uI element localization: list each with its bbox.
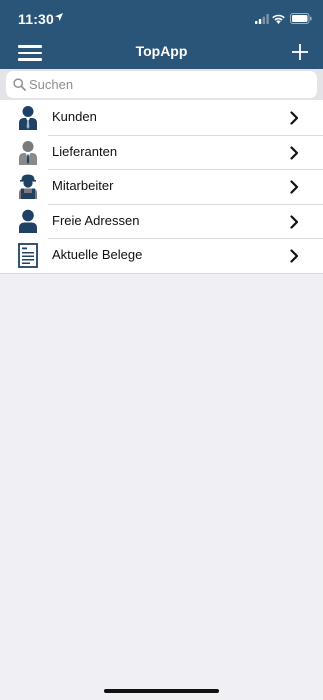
list-item-kunden[interactable]: Kunden <box>0 100 323 135</box>
status-bar: 11:30 <box>0 0 323 36</box>
chevron-right-icon <box>290 214 299 229</box>
wifi-icon <box>272 14 285 24</box>
list-item-aktuelle-belege[interactable]: Aktuelle Belege <box>0 238 323 273</box>
list-item-label: Mitarbeiter <box>52 178 114 193</box>
navigation-bar: TopApp <box>0 36 323 69</box>
list-item-lieferanten[interactable]: Lieferanten <box>0 134 323 170</box>
home-indicator[interactable] <box>104 689 219 693</box>
document-icon <box>18 243 38 268</box>
chevron-right-icon <box>290 249 299 263</box>
status-time: 11:30 <box>18 11 55 27</box>
menu-list: Kunden Lieferanten Mitarbeiter Freie Adr… <box>0 100 323 274</box>
search-input[interactable] <box>29 71 309 98</box>
cellular-signal-icon <box>255 14 269 24</box>
app-header: 11:30 TopApp <box>0 0 323 69</box>
worker-person-icon <box>19 174 37 199</box>
chevron-right-icon <box>290 145 299 160</box>
location-arrow-icon <box>55 13 63 21</box>
battery-icon <box>290 13 312 24</box>
list-item-freie-adressen[interactable]: Freie Adressen <box>0 203 323 239</box>
list-item-label: Aktuelle Belege <box>52 247 143 262</box>
supplier-person-icon <box>19 140 37 165</box>
search-box[interactable] <box>6 71 317 98</box>
page-title: TopApp <box>135 43 188 59</box>
list-item-label: Kunden <box>52 109 97 124</box>
chevron-right-icon <box>290 111 299 125</box>
chevron-right-icon <box>290 180 299 194</box>
search-icon <box>13 78 26 91</box>
list-item-label: Freie Adressen <box>52 212 140 228</box>
list-item-mitarbeiter[interactable]: Mitarbeiter <box>0 169 323 204</box>
plus-icon <box>292 44 308 60</box>
customer-person-icon <box>19 106 37 130</box>
add-button[interactable] <box>291 43 309 61</box>
person-icon <box>19 209 37 233</box>
search-bar <box>0 69 323 100</box>
list-item-label: Lieferanten <box>52 143 118 159</box>
